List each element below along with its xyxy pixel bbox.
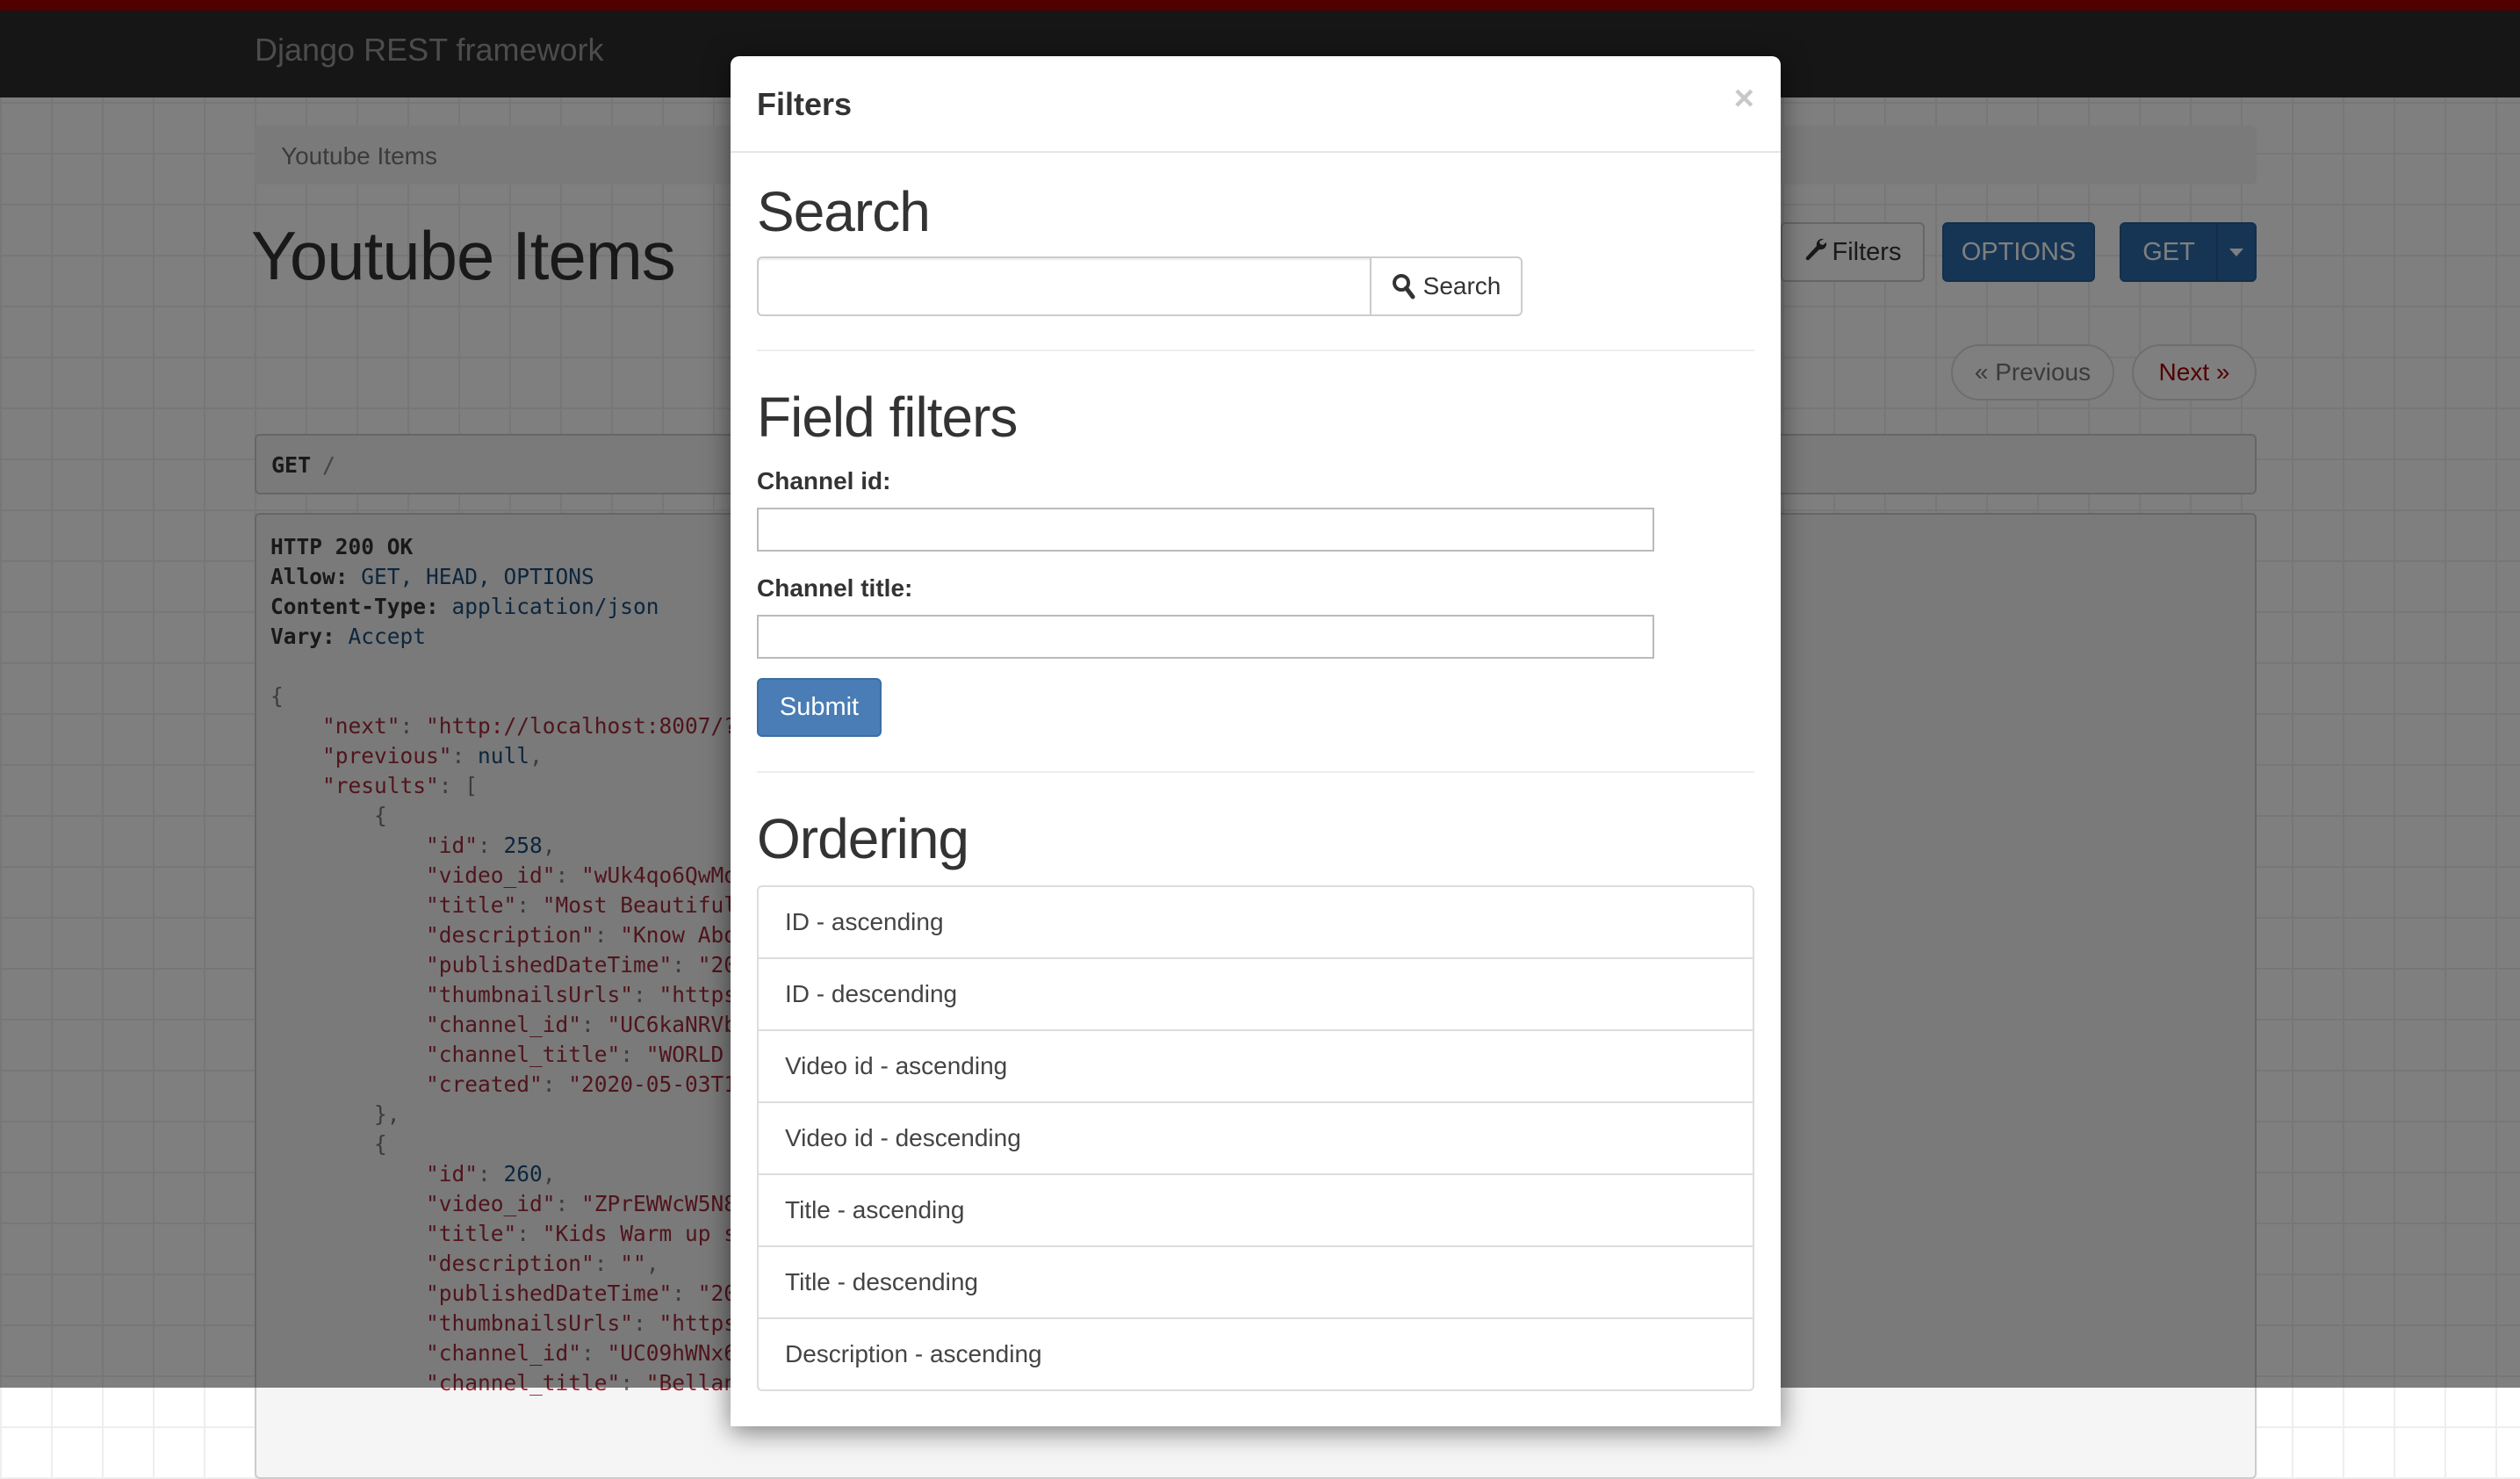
search-icon [1392, 274, 1415, 299]
close-icon[interactable]: × [1734, 79, 1754, 119]
ordering-option[interactable]: Title - descending [759, 1245, 1753, 1317]
ordering-option[interactable]: Title - ascending [759, 1173, 1753, 1245]
search-input[interactable] [757, 256, 1372, 316]
ordering-option[interactable]: ID - ascending [759, 887, 1753, 957]
section-divider [757, 350, 1754, 351]
channel-title-input[interactable] [757, 615, 1654, 659]
channel-title-label: Channel title: [757, 574, 913, 602]
filters-modal: Filters × Search Search Field filters Ch… [731, 56, 1781, 1426]
search-group: Search [757, 256, 1523, 316]
modal-title: Filters [757, 86, 853, 122]
modal-header: Filters × [731, 56, 1781, 153]
field-filters-heading: Field filters [757, 386, 1018, 449]
ordering-option[interactable]: Video id - ascending [759, 1029, 1753, 1101]
search-heading: Search [757, 180, 931, 243]
ordering-list: ID - ascending ID - descending Video id … [757, 885, 1754, 1391]
channel-id-label: Channel id: [757, 467, 891, 494]
ordering-heading: Ordering [757, 807, 969, 870]
search-button-label: Search [1422, 272, 1501, 299]
ordering-option[interactable]: ID - descending [759, 957, 1753, 1029]
ordering-option[interactable]: Description - ascending [759, 1317, 1753, 1389]
search-button[interactable]: Search [1370, 256, 1523, 316]
channel-id-input[interactable] [757, 508, 1654, 552]
ordering-option[interactable]: Video id - descending [759, 1101, 1753, 1173]
submit-button[interactable]: Submit [757, 678, 882, 737]
section-divider [757, 771, 1754, 773]
